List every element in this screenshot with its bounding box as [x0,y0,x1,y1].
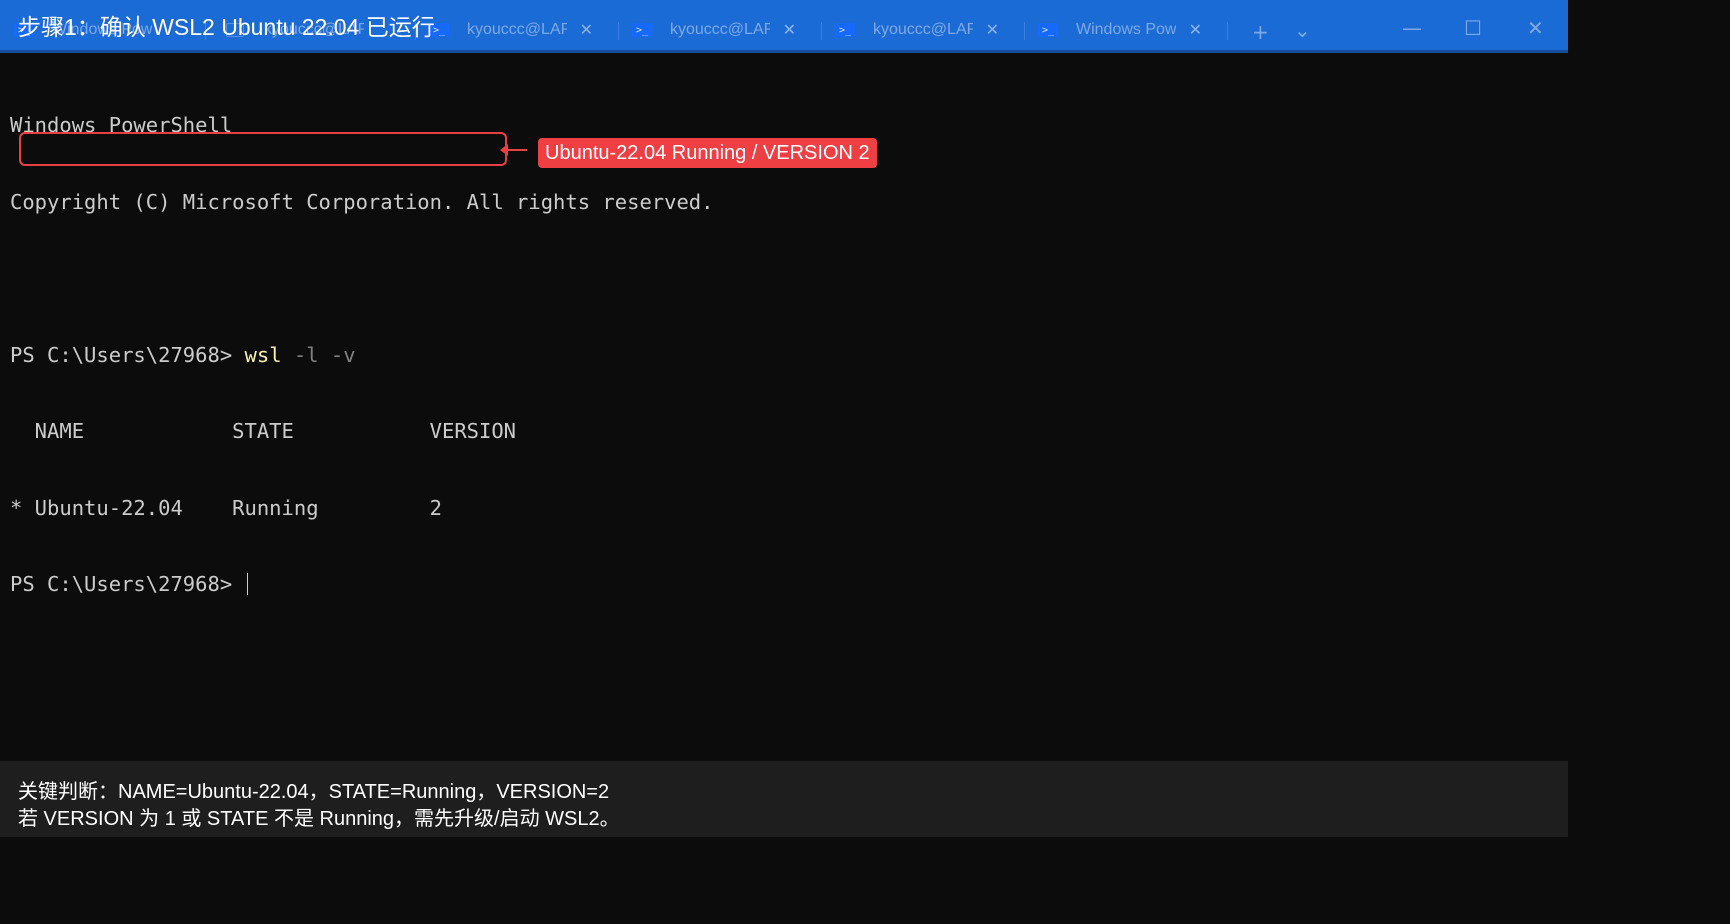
tab-dropdown-button[interactable]: ⌄ [1294,18,1311,42]
close-window-button[interactable]: ✕ [1527,16,1544,40]
close-icon[interactable]: ✕ [783,20,796,39]
tab-kyouccc-3[interactable]: >_ kyouccc@LAP ✕ [618,10,816,50]
prompt: PS C:\Users\27968> [10,342,233,367]
command: wsl [244,342,282,367]
prompt-line[interactable]: PS C:\Users\27968> [10,572,714,598]
close-icon[interactable]: ✕ [580,20,593,39]
command-args: -l -v [293,342,356,367]
highlight-box [19,132,507,166]
tab-label: kyouccc@LAP [873,21,973,38]
tab-kyouccc-4[interactable]: >_ kyouccc@LAP ✕ [821,10,1019,50]
new-tab-button[interactable]: + [1252,20,1269,44]
tab-bar-edge [0,50,1568,53]
close-icon[interactable]: ✕ [986,20,999,39]
footer-line-2: 若 VERSION 为 1 或 STATE 不是 Running，需先升级/启动… [18,808,620,830]
tab-kyouccc-2[interactable]: >_ kyouccc@LAP ✕ [415,10,613,50]
command-line: PS C:\Users\27968> wsl -l -v [10,343,714,369]
output-header: NAME STATE VERSION [10,419,517,443]
powershell-icon: >_ [632,23,652,37]
prompt: PS C:\Users\27968> [10,572,233,596]
footer-note: 关键判断：NAME=Ubuntu-22.04，STATE=Running，VER… [0,761,1568,837]
text-cursor [246,573,249,595]
callout-connector [507,149,527,151]
tab-divider [1227,22,1228,40]
step-title: 步骤1：确认 WSL2 Ubuntu 22.04 已运行 [18,14,435,40]
powershell-icon: >_ [835,23,855,37]
powershell-icon: >_ [1038,23,1058,37]
annotation-callout: Ubuntu-22.04 Running / VERSION 2 [538,138,877,168]
maximize-button[interactable]: ☐ [1464,16,1482,40]
banner-line: Copyright (C) Microsoft Corporation. All… [10,189,714,214]
close-icon[interactable]: ✕ [1189,20,1202,39]
tab-label: kyouccc@LAP [670,21,770,38]
tab-label: kyouccc@LAP [467,21,567,38]
tab-label: Windows Pow [1076,21,1176,38]
output-row: * Ubuntu-22.04 Running 2 [10,495,442,520]
footer-line-1: 关键判断：NAME=Ubuntu-22.04，STATE=Running，VER… [18,781,610,803]
tab-windows-powershell-2[interactable]: >_ Windows Pow ✕ [1024,10,1222,50]
minimize-button[interactable]: — [1402,16,1422,40]
